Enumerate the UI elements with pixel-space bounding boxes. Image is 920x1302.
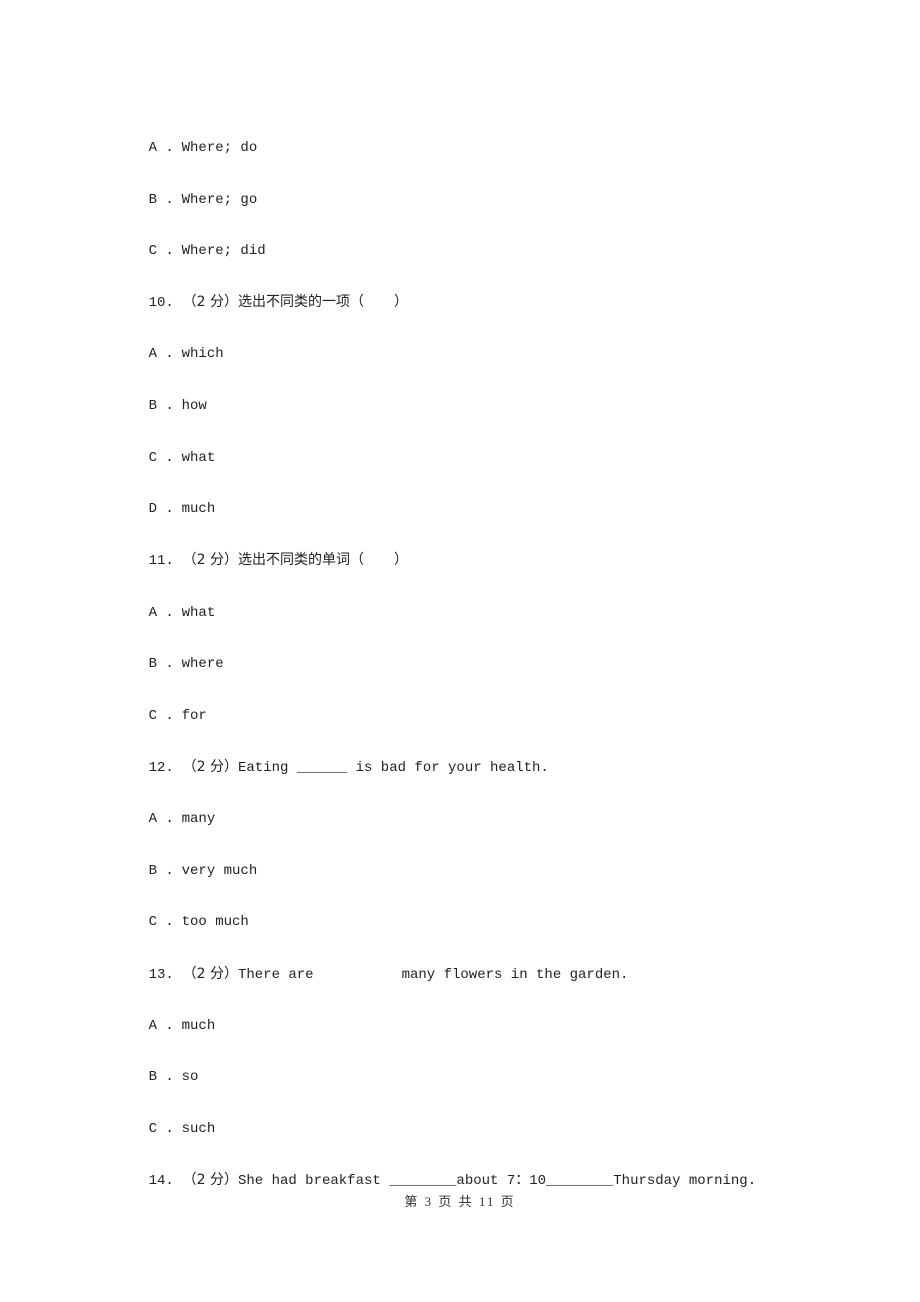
question-10: 10. （2 分）选出不同类的一项（ ） (115, 275, 408, 330)
question-points: （2 分） (182, 966, 238, 982)
option-letter: A . (148, 605, 174, 621)
question-points: （2 分） (182, 294, 238, 310)
option-letter: C . (148, 914, 174, 930)
option-a: A . much (115, 999, 216, 1053)
option-letter: C . (148, 1121, 174, 1137)
option-b: B . so (115, 1050, 199, 1104)
question-number: 10. (148, 295, 174, 311)
option-text: much (181, 501, 216, 517)
question-prompt-middle: about 7：10 (456, 1173, 547, 1189)
option-text: which (181, 346, 224, 362)
option-b: B . Where; go (115, 173, 258, 227)
option-letter: A . (148, 811, 174, 827)
option-c: C . such (115, 1102, 216, 1156)
option-text: so (181, 1069, 199, 1085)
option-a: A . what (115, 586, 216, 640)
question-prompt: 选出不同类的一项（ (237, 294, 364, 310)
option-text: what (181, 605, 216, 621)
question-prompt-before: Eating (237, 760, 297, 776)
option-text: for (181, 708, 207, 724)
question-number: 11. (148, 553, 174, 569)
question-13: 13. （2 分）There are many flowers in the gar… (115, 947, 629, 1002)
answer-blank-2: ________ (546, 1173, 614, 1189)
question-prompt-after: is bad for your health. (347, 760, 549, 776)
option-letter: B . (148, 1069, 174, 1085)
page-footer: 第 3 页 共 11 页 (404, 1194, 516, 1209)
question-number: 12. (148, 760, 174, 776)
question-prompt-before: She had breakfast (237, 1173, 390, 1189)
question-points: （2 分） (182, 1172, 238, 1188)
question-prompt-end: ） (393, 294, 408, 310)
document-page: A . Where; do B . Where; go C . Where; did … (0, 0, 920, 1302)
question-11: 11. （2 分）选出不同类的单词（ ） (115, 533, 408, 588)
option-c: C . what (115, 431, 216, 485)
option-letter: A . (148, 1018, 174, 1034)
option-a: A . many (115, 792, 216, 846)
option-d: D . much (115, 482, 216, 536)
question-number: 14. (148, 1173, 174, 1189)
option-letter: C . (148, 243, 174, 259)
option-text: where (181, 656, 224, 672)
option-b: B . where (115, 637, 224, 691)
question-prompt-after: many flowers in the garden. (401, 967, 629, 983)
option-letter: C . (148, 450, 174, 466)
option-c: C . too much (115, 895, 249, 949)
option-text: such (181, 1121, 216, 1137)
question-prompt-end: ） (393, 552, 408, 568)
option-text: Where; do (181, 140, 258, 156)
option-text: much (181, 1018, 216, 1034)
option-letter: A . (148, 140, 174, 156)
option-letter: B . (148, 656, 174, 672)
option-letter: B . (148, 398, 174, 414)
question-prompt: 选出不同类的单词（ (237, 552, 364, 568)
option-letter: B . (148, 192, 174, 208)
option-text: too much (181, 914, 249, 930)
option-text: what (181, 450, 216, 466)
option-letter: C . (148, 708, 174, 724)
option-letter: B . (148, 863, 174, 879)
option-text: many (181, 811, 216, 827)
question-prompt-after: Thursday morning. (613, 1173, 757, 1189)
question-number: 13. (148, 967, 174, 983)
question-points: （2 分） (182, 759, 238, 775)
option-c: C . Where; did (115, 224, 266, 278)
question-prompt-before: There are (237, 967, 314, 983)
answer-blank-1: ________ (389, 1173, 457, 1189)
answer-blank: ______ (296, 760, 348, 776)
option-a: A . Where; do (115, 121, 258, 175)
option-text: Where; go (181, 192, 258, 208)
option-text: how (181, 398, 207, 414)
option-letter: A . (148, 346, 174, 362)
option-c: C . for (115, 689, 207, 743)
option-text: very much (181, 863, 258, 879)
option-letter: D . (148, 501, 174, 517)
question-12: 12. （2 分）Eating ______ is bad for your he… (115, 740, 549, 795)
question-points: （2 分） (182, 552, 238, 568)
option-a: A . which (115, 327, 224, 381)
option-b: B . how (115, 379, 207, 433)
option-b: B . very much (115, 844, 258, 898)
option-text: Where; did (181, 243, 266, 259)
